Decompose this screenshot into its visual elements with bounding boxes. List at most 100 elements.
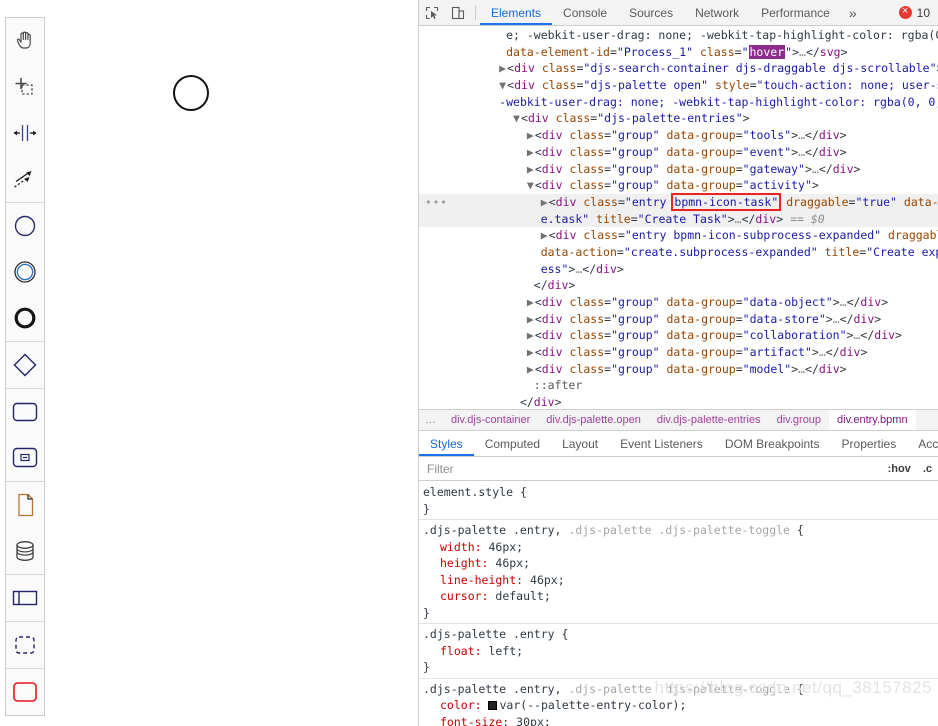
subprocess-expanded-icon[interactable] xyxy=(6,435,44,481)
dom-node-line[interactable]: ••• ▶<div class="entry bpmn-icon-task" d… xyxy=(419,192,938,211)
css-declaration[interactable]: height: 46px; xyxy=(423,555,938,572)
dom-node-line[interactable]: ▶<div class="group" data-group="data-sto… xyxy=(419,311,938,328)
expand-triangle-right-icon[interactable]: ▶ xyxy=(541,227,549,244)
expand-triangle-right-icon[interactable]: ▶ xyxy=(527,311,535,328)
tab-event-listeners[interactable]: Event Listeners xyxy=(609,431,714,456)
styles-rules-list[interactable]: element.style {} .djs-palette .entry, .dj… xyxy=(419,481,938,726)
css-rule[interactable]: element.style {} xyxy=(419,483,938,518)
dom-node-line[interactable]: ▶<div class="group" data-group="data-obj… xyxy=(419,294,938,311)
expand-triangle-down-icon[interactable]: ▼ xyxy=(513,110,521,127)
styles-filter-input[interactable] xyxy=(419,457,882,480)
css-declaration[interactable]: line-height: 46px; xyxy=(423,572,938,589)
css-property-name[interactable]: color: xyxy=(423,698,488,712)
dom-node-line[interactable]: data-element-id="Process_1" class="hover… xyxy=(419,44,938,61)
dom-node-line[interactable]: -webkit-user-drag: none; -webkit-tap-hig… xyxy=(419,94,938,111)
tab-accessibility[interactable]: Accessibi xyxy=(907,431,938,456)
breadcrumb-overflow[interactable]: … xyxy=(419,414,443,426)
expand-triangle-right-icon[interactable]: ▶ xyxy=(527,344,535,361)
css-rule[interactable]: .djs-palette .entry, .djs-palette .djs-p… xyxy=(419,519,938,622)
tab-network[interactable]: Network xyxy=(684,0,750,25)
css-property-value[interactable]: 46px; xyxy=(530,573,565,587)
dom-node-line[interactable]: ess">…</div> xyxy=(419,261,938,278)
tab-performance[interactable]: Performance xyxy=(750,0,841,25)
css-selector[interactable]: .djs-palette .entry, .djs-palette .djs-p… xyxy=(423,522,938,539)
group-icon[interactable] xyxy=(6,622,44,668)
data-object-icon[interactable] xyxy=(6,482,44,528)
inspect-element-icon[interactable] xyxy=(419,0,445,25)
tab-sources[interactable]: Sources xyxy=(618,0,684,25)
dom-node-line[interactable]: </div> xyxy=(419,394,938,409)
expand-triangle-right-icon[interactable]: ▶ xyxy=(499,60,507,77)
breadcrumb-item-djs-container[interactable]: div.djs-container xyxy=(443,410,538,430)
dom-node-line[interactable]: e; -webkit-user-drag: none; -webkit-tap-… xyxy=(419,27,938,44)
task-icon[interactable] xyxy=(6,389,44,435)
color-swatch-icon[interactable] xyxy=(488,701,498,710)
cls-toggle-button[interactable]: .c xyxy=(917,463,938,475)
dom-node-line[interactable]: ::after xyxy=(419,377,938,394)
more-tabs-icon[interactable]: » xyxy=(841,0,865,25)
dom-node-line[interactable]: ▶<div class="group" data-group="gateway"… xyxy=(419,161,938,178)
css-property-name[interactable]: float: xyxy=(423,644,488,658)
css-rule[interactable]: .djs-palette .entry {float: left;} xyxy=(419,623,938,677)
tab-layout[interactable]: Layout xyxy=(551,431,609,456)
breadcrumb-item-entry-bpmn[interactable]: div.entry.bpmn xyxy=(829,410,916,430)
lasso-tool-icon[interactable] xyxy=(6,64,44,110)
participant-icon[interactable] xyxy=(6,575,44,621)
css-declaration[interactable]: font-size: 30px; xyxy=(423,714,938,726)
css-property-value[interactable]: 30px; xyxy=(516,715,551,726)
expand-triangle-right-icon[interactable]: ▶ xyxy=(527,327,535,344)
dom-node-line[interactable]: ▼<div class="djs-palette-entries"> xyxy=(419,110,938,127)
start-event-icon[interactable] xyxy=(6,203,44,249)
css-property-value[interactable]: left; xyxy=(488,644,523,658)
css-property-value[interactable]: 46px; xyxy=(495,556,530,570)
dom-node-line[interactable]: ▶<div class="group" data-group="event">…… xyxy=(419,144,938,161)
dom-node-line[interactable]: ▼<div class="djs-palette open" style="to… xyxy=(419,77,938,94)
breadcrumb-item-djs-palette-entries[interactable]: div.djs-palette-entries xyxy=(649,410,769,430)
css-declaration[interactable]: color: var(--palette-entry-color); xyxy=(423,697,938,714)
tab-properties[interactable]: Properties xyxy=(831,431,908,456)
expand-triangle-down-icon[interactable]: ▼ xyxy=(499,77,507,94)
breadcrumb-item-group[interactable]: div.group xyxy=(769,410,829,430)
expand-triangle-right-icon[interactable]: ▶ xyxy=(527,144,535,161)
css-declaration[interactable]: float: left; xyxy=(423,643,938,660)
global-connect-tool-icon[interactable] xyxy=(6,156,44,202)
tab-styles[interactable]: Styles xyxy=(419,431,474,456)
bpmn-palette[interactable] xyxy=(5,17,45,716)
expand-triangle-down-icon[interactable]: ▼ xyxy=(527,177,535,194)
expand-triangle-right-icon[interactable]: ▶ xyxy=(527,294,535,311)
device-toolbar-icon[interactable] xyxy=(445,0,471,25)
dom-node-line[interactable]: ▶<div class="group" data-group="artifact… xyxy=(419,344,938,361)
dom-node-line[interactable]: ▶<div class="group" data-group="model">…… xyxy=(419,361,938,378)
dom-node-line[interactable]: data-action="create.subprocess-expanded"… xyxy=(419,244,938,261)
css-property-name[interactable]: font-size: xyxy=(423,715,516,726)
hand-tool-icon[interactable] xyxy=(6,18,44,64)
intermediate-event-icon[interactable] xyxy=(6,249,44,295)
css-selector[interactable]: element.style { xyxy=(423,484,938,501)
css-rule[interactable]: .djs-palette .entry, .djs-palette .djs-p… xyxy=(419,677,938,726)
dom-node-line[interactable]: ▶<div class="entry bpmn-icon-subprocess-… xyxy=(419,227,938,244)
dom-node-line[interactable]: e.task" title="Create Task">…</div> == $… xyxy=(419,210,938,228)
css-property-value[interactable]: default; xyxy=(495,589,550,603)
dom-node-line[interactable]: ▶<div class="djs-search-container djs-dr… xyxy=(419,60,938,77)
expand-triangle-right-icon[interactable]: ▶ xyxy=(527,127,535,144)
breadcrumb-item-djs-palette-open[interactable]: div.djs-palette.open xyxy=(538,410,649,430)
gateway-icon[interactable] xyxy=(6,342,44,388)
tab-computed[interactable]: Computed xyxy=(474,431,551,456)
dom-node-line[interactable]: ▶<div class="group" data-group="collabor… xyxy=(419,327,938,344)
css-property-name[interactable]: line-height: xyxy=(423,573,530,587)
hov-toggle-button[interactable]: :hov xyxy=(882,463,917,475)
space-tool-icon[interactable] xyxy=(6,110,44,156)
css-property-value[interactable]: 46px; xyxy=(488,540,523,554)
tab-dom-breakpoints[interactable]: DOM Breakpoints xyxy=(714,431,831,456)
data-store-icon[interactable] xyxy=(6,528,44,574)
task-highlight-icon[interactable] xyxy=(6,669,44,715)
css-declaration[interactable]: width: 46px; xyxy=(423,539,938,556)
dom-node-line[interactable]: </div> xyxy=(419,277,938,294)
css-property-name[interactable]: width: xyxy=(423,540,488,554)
expand-triangle-right-icon[interactable]: ▶ xyxy=(527,361,535,378)
css-property-name[interactable]: height: xyxy=(423,556,495,570)
end-event-icon[interactable] xyxy=(6,295,44,341)
tab-elements[interactable]: Elements xyxy=(480,0,552,25)
expand-triangle-right-icon[interactable]: ▶ xyxy=(527,161,535,178)
dom-node-line[interactable]: ▼<div class="group" data-group="activity… xyxy=(419,177,938,194)
